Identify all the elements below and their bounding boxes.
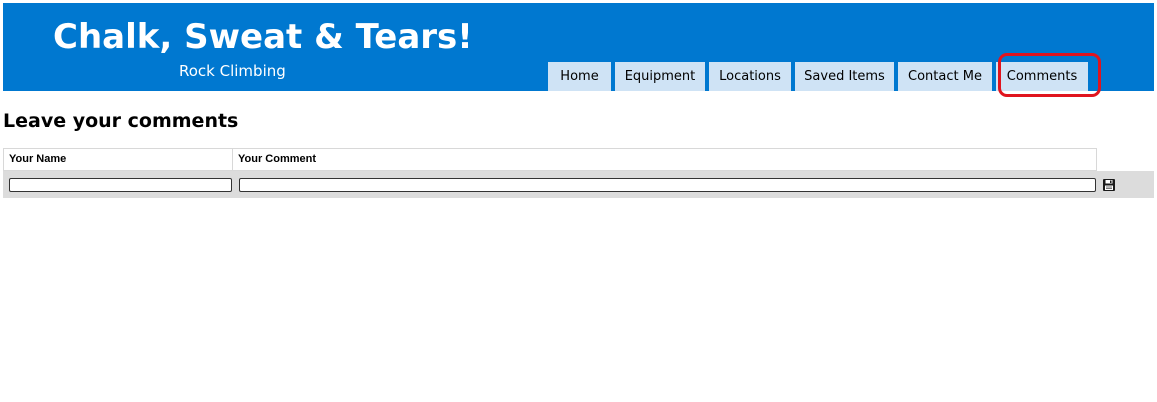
main-nav: Home Equipment Locations Saved Items Con… <box>548 62 1092 91</box>
save-button[interactable] <box>1102 177 1116 191</box>
tab-home[interactable]: Home <box>548 62 611 91</box>
column-header-name: Your Name <box>3 148 233 171</box>
tab-comments[interactable]: Comments <box>996 62 1088 91</box>
tab-locations[interactable]: Locations <box>709 62 791 91</box>
floppy-disk-icon <box>1103 179 1115 191</box>
table-header-row: Your Name Your Comment <box>3 148 1154 171</box>
site-subtitle: Rock Climbing <box>179 62 286 80</box>
site-title: Chalk, Sweat & Tears! <box>53 17 473 57</box>
column-header-comment: Your Comment <box>233 148 1097 171</box>
tab-contact-me[interactable]: Contact Me <box>898 62 992 91</box>
tab-saved-items[interactable]: Saved Items <box>795 62 894 91</box>
name-input[interactable] <box>9 178 232 192</box>
tab-equipment[interactable]: Equipment <box>615 62 705 91</box>
comment-input[interactable] <box>239 178 1096 192</box>
page-title: Leave your comments <box>3 110 239 132</box>
table-row <box>3 171 1154 198</box>
comments-table: Your Name Your Comment <box>3 148 1154 198</box>
